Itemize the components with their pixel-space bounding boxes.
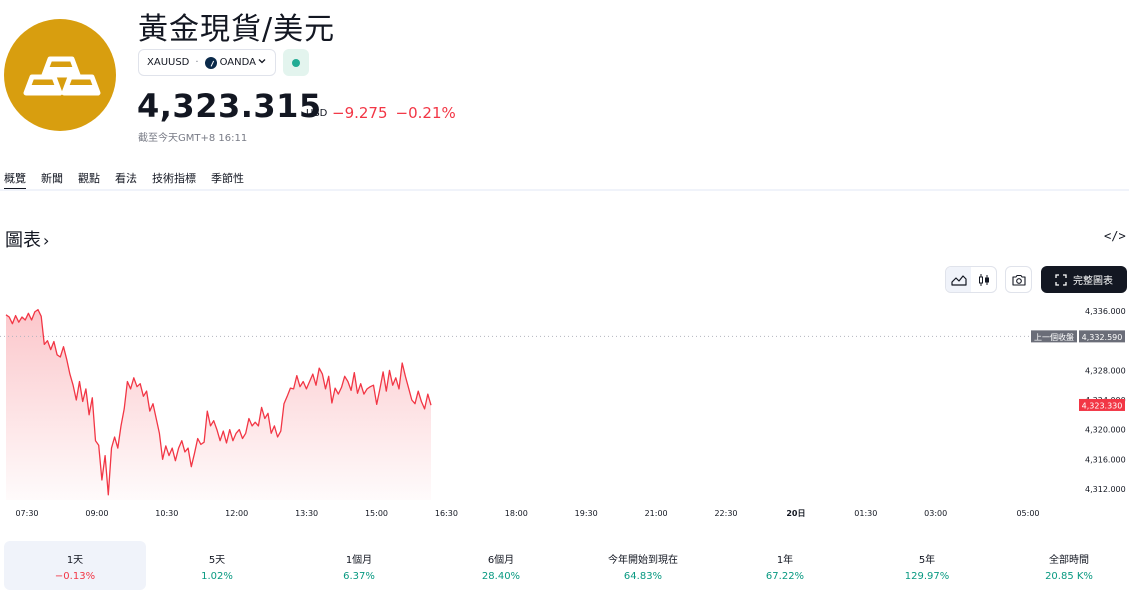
- chart-section-link[interactable]: 圖表 ›: [5, 226, 49, 252]
- x-tick-label: 12:00: [225, 509, 248, 518]
- tab-overview[interactable]: 概覽: [4, 170, 26, 190]
- period-value: −0.13%: [54, 571, 96, 582]
- period-value: 64.83%: [623, 571, 663, 582]
- x-tick-label: 09:00: [85, 509, 108, 518]
- x-tick-label: 13:30: [295, 509, 318, 518]
- area-chart-button[interactable]: [946, 267, 971, 292]
- y-tick-label: 4,316.000: [1085, 455, 1126, 464]
- x-tick-label: 10:30: [155, 509, 178, 518]
- period-5d[interactable]: 5天 1.02%: [146, 541, 288, 590]
- period-value: 6.37%: [343, 571, 375, 582]
- price-chart[interactable]: 上一個收盤4,332.590 4,336.0004,328.0004,324.0…: [0, 300, 1143, 525]
- x-tick-label: 05:00: [1016, 509, 1039, 518]
- x-tick-label: 07:30: [15, 509, 38, 518]
- price-change-pct: −0.21%: [395, 104, 456, 122]
- period-label: 1年: [776, 555, 794, 566]
- broker-icon: [204, 56, 217, 69]
- period-label: 全部時間: [1049, 555, 1089, 566]
- y-tick-label: 4,320.000: [1085, 426, 1126, 435]
- x-tick-label: 03:00: [924, 509, 947, 518]
- tab-seasonals[interactable]: 季節性: [211, 170, 244, 186]
- y-tick-label: 4,336.000: [1085, 307, 1126, 316]
- candlestick-icon: [978, 273, 989, 286]
- tab-ideas[interactable]: 觀點: [78, 170, 100, 186]
- tab-technicals[interactable]: 技術指標: [152, 170, 196, 186]
- period-1y[interactable]: 1年 67.22%: [714, 541, 856, 590]
- period-6m[interactable]: 6個月 28.40%: [430, 541, 572, 590]
- y-tick-label: 4,312.000: [1085, 485, 1126, 494]
- snapshot-button[interactable]: [1005, 266, 1032, 293]
- current-price: 4,323.315: [137, 87, 322, 125]
- x-tick-label: 22:30: [714, 509, 737, 518]
- prev-close-value: 4,332.590: [1082, 333, 1123, 342]
- period-value: 67.22%: [765, 571, 805, 582]
- tab-news[interactable]: 新聞: [41, 170, 63, 186]
- y-tick-label: 4,328.000: [1085, 366, 1126, 375]
- x-tick-label: 19:30: [575, 509, 598, 518]
- price-change-abs: −9.275: [332, 104, 388, 122]
- period-label: 5天: [208, 555, 226, 566]
- embed-code-icon[interactable]: </>: [1104, 229, 1126, 243]
- chart-section-title: 圖表: [5, 230, 41, 251]
- x-tick-label: 16:30: [435, 509, 458, 518]
- price-area-fill: [6, 309, 431, 500]
- price-currency: USD: [306, 108, 328, 119]
- period-ytd[interactable]: 今年開始到現在 64.83%: [572, 541, 714, 590]
- x-tick-label: 21:00: [645, 509, 668, 518]
- period-value: 129.97%: [904, 571, 950, 582]
- symbol-separator: ·: [195, 57, 199, 68]
- last-price-label: 4,323.330: [1082, 401, 1123, 410]
- section-tabs: 概覽 新聞 觀點 看法 技術指標 季節性: [4, 170, 259, 190]
- chart-style-toggle: [945, 266, 997, 293]
- period-value: 1.02%: [201, 571, 233, 582]
- period-label: 6個月: [487, 555, 515, 566]
- market-open-dot-icon: [292, 59, 300, 67]
- camera-icon: [1011, 274, 1026, 286]
- period-value: 28.40%: [481, 571, 521, 582]
- instrument-title: 黃金現貨/美元: [138, 12, 336, 47]
- broker-name: OANDA: [219, 57, 256, 68]
- symbol-selector[interactable]: XAUUSD · OANDA: [138, 49, 276, 76]
- gold-bars-icon: [23, 56, 101, 96]
- period-1d[interactable]: 1天 −0.13%: [4, 541, 146, 590]
- full-chart-button[interactable]: 完整圖表: [1041, 266, 1127, 293]
- period-label: 1天: [66, 555, 84, 566]
- prev-close-label: 上一個收盤: [1034, 332, 1074, 342]
- price-change: −9.275 −0.21%: [332, 104, 464, 122]
- price-timestamp: 截至今天GMT+8 16:11: [138, 133, 248, 144]
- period-label: 1個月: [345, 555, 373, 566]
- tabs-divider: [0, 189, 1129, 191]
- chevron-right-icon: ›: [43, 231, 50, 250]
- period-label: 5年: [918, 555, 936, 566]
- period-value: 20.85 K%: [1045, 571, 1093, 582]
- period-5y[interactable]: 5年 129.97%: [856, 541, 998, 590]
- symbol-code: XAUUSD: [147, 57, 190, 68]
- x-tick-label: 01:30: [854, 509, 877, 518]
- period-all[interactable]: 全部時間 20.85 K%: [998, 541, 1140, 590]
- period-performance: 1天 −0.13% 5天 1.02% 1個月 6.37% 6個月 28.40% …: [4, 541, 1140, 590]
- area-chart-icon: [950, 274, 967, 286]
- full-chart-label: 完整圖表: [1073, 276, 1113, 287]
- x-tick-label: 18:00: [505, 509, 528, 518]
- x-tick-label: 15:00: [365, 509, 388, 518]
- fullscreen-icon: [1055, 273, 1067, 286]
- tab-opinions[interactable]: 看法: [115, 170, 137, 186]
- period-1m[interactable]: 1個月 6.37%: [288, 541, 430, 590]
- candles-chart-button[interactable]: [971, 267, 996, 292]
- gold-logo: [4, 19, 116, 131]
- chevron-down-icon: [257, 56, 267, 69]
- period-label: 今年開始到現在: [608, 555, 678, 566]
- market-status-badge[interactable]: [283, 49, 309, 76]
- x-tick-label: 20日: [786, 509, 805, 518]
